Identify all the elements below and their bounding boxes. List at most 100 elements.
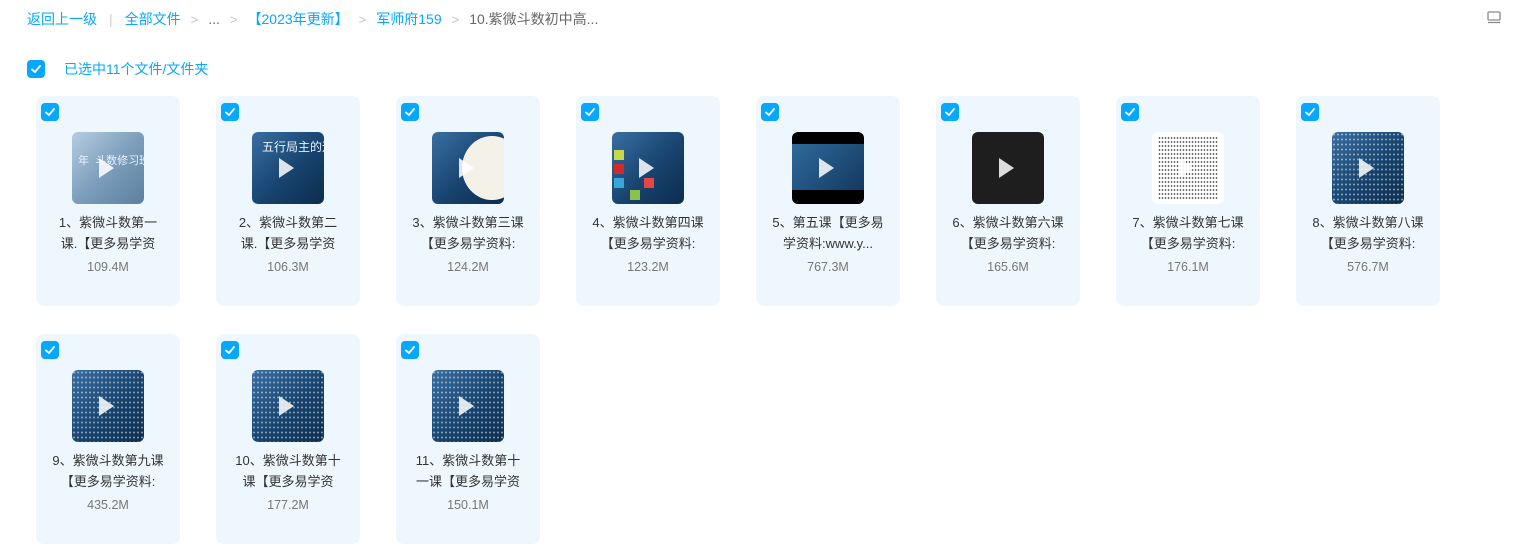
file-card[interactable]: 7、紫微斗数第七课 【更多易学资料: 176.1M [1116,96,1260,306]
video-thumbnail [432,370,504,442]
chevron-right-icon: > [451,11,460,27]
color-block [614,164,624,174]
file-card[interactable]: 五行局主的运 2、紫微斗数第二 课.【更多易学资 106.3M [216,96,360,306]
file-checkbox[interactable] [761,103,779,121]
file-size: 576.7M [1347,260,1389,274]
file-size: 165.6M [987,260,1029,274]
back-link[interactable]: 返回上一级 [27,9,97,29]
file-name-line2: 学资料:www.y... [782,236,874,251]
divider: | [109,11,113,27]
file-checkbox[interactable] [581,103,599,121]
file-name: 7、紫微斗数第七课 【更多易学资料: [1120,212,1256,254]
chevron-right-icon: > [229,11,238,27]
file-card[interactable]: 6、紫微斗数第六课 【更多易学资料: 165.6M [936,96,1080,306]
crumb-folder-2023[interactable]: 【2023年更新】 [248,9,349,29]
play-icon [1359,158,1374,178]
file-card[interactable]: 8、紫微斗数第八课 【更多易学资料: 576.7M [1296,96,1440,306]
crumb-folder-junshifu[interactable]: 军师府159 [376,9,441,29]
play-icon [99,158,114,178]
file-size: 435.2M [87,498,129,512]
file-name: 3、紫微斗数第三课 【更多易学资料: [400,212,536,254]
crumb-current: 10.紫微斗数初中高... [469,11,599,27]
file-size: 106.3M [267,260,309,274]
file-checkbox[interactable] [401,103,419,121]
play-icon [459,396,474,416]
file-checkbox[interactable] [221,341,239,359]
color-block [614,150,624,160]
file-name: 5、第五课【更多易 学资料:www.y... [760,212,896,254]
video-thumbnail [252,370,324,442]
file-size: 767.3M [807,260,849,274]
color-block [644,178,654,188]
list-view-icon[interactable] [1486,10,1502,26]
color-block [630,190,640,200]
file-checkbox[interactable] [1121,103,1139,121]
file-name-line1: 10、紫微斗数第十 [235,453,341,468]
breadcrumb: 返回上一级 | 全部文件 > ... > 【2023年更新】 > 军师府159 … [27,8,598,30]
file-name: 6、紫微斗数第六课 【更多易学资料: [940,212,1076,254]
file-name-line2: 课.【更多易学资 [60,236,156,251]
file-name-line1: 6、紫微斗数第六课 [952,215,1064,230]
file-name-line2: 一课【更多易学资 [415,474,520,489]
video-thumbnail [1152,132,1224,204]
file-name-line1: 3、紫微斗数第三课 [412,215,524,230]
video-thumbnail: 五行局主的运 [252,132,324,204]
video-thumbnail [612,132,684,204]
file-name: 4、紫微斗数第四课 【更多易学资料: [580,212,716,254]
file-name-line2: 课.【更多易学资 [240,236,336,251]
play-icon [999,158,1014,178]
select-all-checkbox[interactable] [27,60,45,78]
file-card[interactable]: 4、紫微斗数第四课 【更多易学资料: 123.2M [576,96,720,306]
file-name-line2: 【更多易学资料: [600,236,696,251]
file-size: 176.1M [1167,260,1209,274]
file-name: 2、紫微斗数第二 课.【更多易学资 [220,212,356,254]
play-icon [819,158,834,178]
video-thumbnail [792,132,864,204]
video-thumbnail [972,132,1044,204]
file-name: 9、紫微斗数第九课 【更多易学资料: [40,450,176,492]
file-checkbox[interactable] [41,103,59,121]
file-name: 11、紫微斗数第十 一课【更多易学资 [400,450,536,492]
thumbnail-caption: 五行局主的运 [262,140,324,154]
color-block [614,178,624,188]
file-name-line2: 【更多易学资料: [60,474,156,489]
file-checkbox[interactable] [41,341,59,359]
play-icon [99,396,114,416]
crumb-ellipsis[interactable]: ... [208,11,220,27]
file-name-line1: 5、第五课【更多易 [772,215,884,230]
file-name-line1: 11、紫微斗数第十 [415,453,521,468]
file-card[interactable]: 5、第五课【更多易 学资料:www.y... 767.3M [756,96,900,306]
file-name: 10、紫微斗数第十 课【更多易学资 [220,450,356,492]
selection-count-label: 已选中11个文件/文件夹 [64,61,209,77]
file-name-line1: 2、紫微斗数第二 [238,215,338,230]
file-name-line1: 1、紫微斗数第一 [58,215,158,230]
file-name-line2: 【更多易学资料: [1320,236,1416,251]
play-icon [279,158,294,178]
file-size: 124.2M [447,260,489,274]
select-all-bar: 已选中11个文件/文件夹 [27,59,208,79]
video-thumbnail: 年 斗数修习班 [72,132,144,204]
file-checkbox[interactable] [401,341,419,359]
file-checkbox[interactable] [221,103,239,121]
file-card[interactable]: 年 斗数修习班 1、紫微斗数第一 课.【更多易学资 109.4M [36,96,180,306]
video-thumbnail [72,370,144,442]
file-name-line2: 【更多易学资料: [1140,236,1236,251]
file-checkbox[interactable] [1301,103,1319,121]
file-name-line1: 4、紫微斗数第四课 [592,215,704,230]
crumb-all-files[interactable]: 全部文件 [125,9,181,29]
play-icon [639,158,654,178]
file-card[interactable]: 3、紫微斗数第三课 【更多易学资料: 124.2M [396,96,540,306]
play-icon [459,158,474,178]
file-grid: 年 斗数修习班 1、紫微斗数第一 课.【更多易学资 109.4M 五行局主的运 … [36,96,1440,544]
file-size: 123.2M [627,260,669,274]
file-checkbox[interactable] [941,103,959,121]
file-card[interactable]: 10、紫微斗数第十 课【更多易学资 177.2M [216,334,360,544]
file-name-line2: 课【更多易学资 [242,474,334,489]
file-size: 150.1M [447,498,489,512]
file-card[interactable]: 11、紫微斗数第十 一课【更多易学资 150.1M [396,334,540,544]
video-thumbnail [432,132,504,204]
file-name-line2: 【更多易学资料: [420,236,516,251]
video-thumbnail [1332,132,1404,204]
file-card[interactable]: 9、紫微斗数第九课 【更多易学资料: 435.2M [36,334,180,544]
file-name-line1: 8、紫微斗数第八课 [1312,215,1424,230]
